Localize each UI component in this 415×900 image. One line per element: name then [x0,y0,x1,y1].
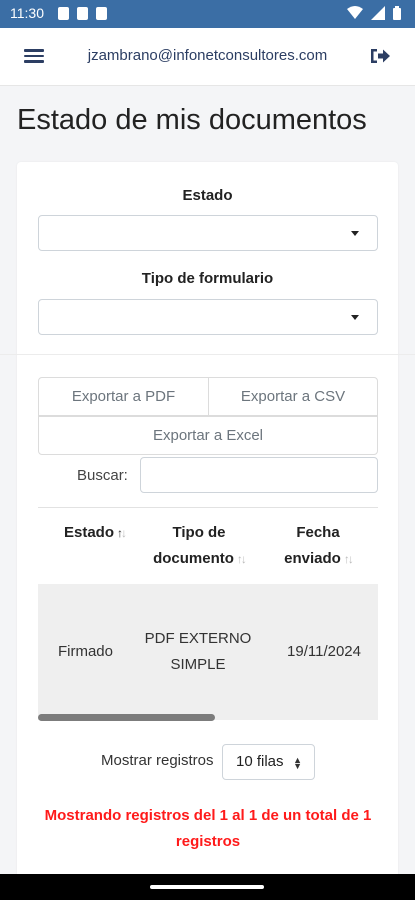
status-bar: 11:30 [0,0,415,28]
export-excel-button[interactable]: Exportar a Excel [38,416,378,455]
sort-icon: ↑↓ [236,552,247,566]
records-info-text: Mostrando registros del 1 al 1 de un tot… [44,807,372,850]
home-gesture-handle[interactable] [150,885,264,889]
system-navigation-bar [0,874,415,900]
export-pdf-button[interactable]: Exportar a PDF [38,377,209,416]
wifi-icon [347,6,363,19]
cell-fecha-enviado: 19/11/2024 [287,643,361,660]
export-csv-button[interactable]: Exportar a CSV [208,377,378,416]
estado-select[interactable] [38,215,378,251]
caret-down-icon [351,315,359,320]
up-down-chevron-icon: ▲ ▼ [293,755,302,771]
tipo-formulario-label: Tipo de formulario [141,270,274,287]
sort-icon: ↑↓ [343,552,354,566]
user-email: jzambrano@infonetconsultores.com [87,47,328,64]
column-header-fecha-enviado[interactable]: Fecha enviado ↑↓ [269,520,367,572]
media-icon [96,7,107,20]
app-header: jzambrano@infonetconsultores.com [0,28,415,86]
cell-tipo-documento: PDF EXTERNO SIMPLE [144,630,252,673]
search-input[interactable] [140,457,378,493]
table-header-border [38,507,378,508]
shield-icon [58,7,69,20]
estado-filter-label: Estado [182,187,233,204]
table-row[interactable]: Firmado PDF EXTERNO SIMPLE 19/11/2024 [38,584,378,720]
documents-card: Estado Tipo de formulario Exportar a PDF… [0,162,415,900]
caret-down-icon [351,231,359,236]
search-label: Buscar: [77,467,128,484]
sort-icon: ↑↓ [117,526,127,540]
column-header-estado[interactable]: Estado ↑↓ [47,520,142,546]
signal-icon [371,6,385,20]
page-title: Estado de mis documentos [17,104,367,136]
logout-icon[interactable] [369,46,391,66]
show-records-label: Mostrar registros [101,752,214,769]
cell-estado: Firmado [57,643,113,660]
divider [0,354,415,355]
status-time: 11:30 [10,5,44,21]
horizontal-scrollbar[interactable] [38,714,215,721]
battery-icon [393,6,401,20]
column-header-tipo-documento[interactable]: Tipo de documento ↑↓ [140,520,258,572]
tipo-formulario-select[interactable] [38,299,378,335]
sim-icon [77,7,88,20]
rows-per-page-select[interactable]: 10 filas ▲ ▼ [222,744,315,780]
